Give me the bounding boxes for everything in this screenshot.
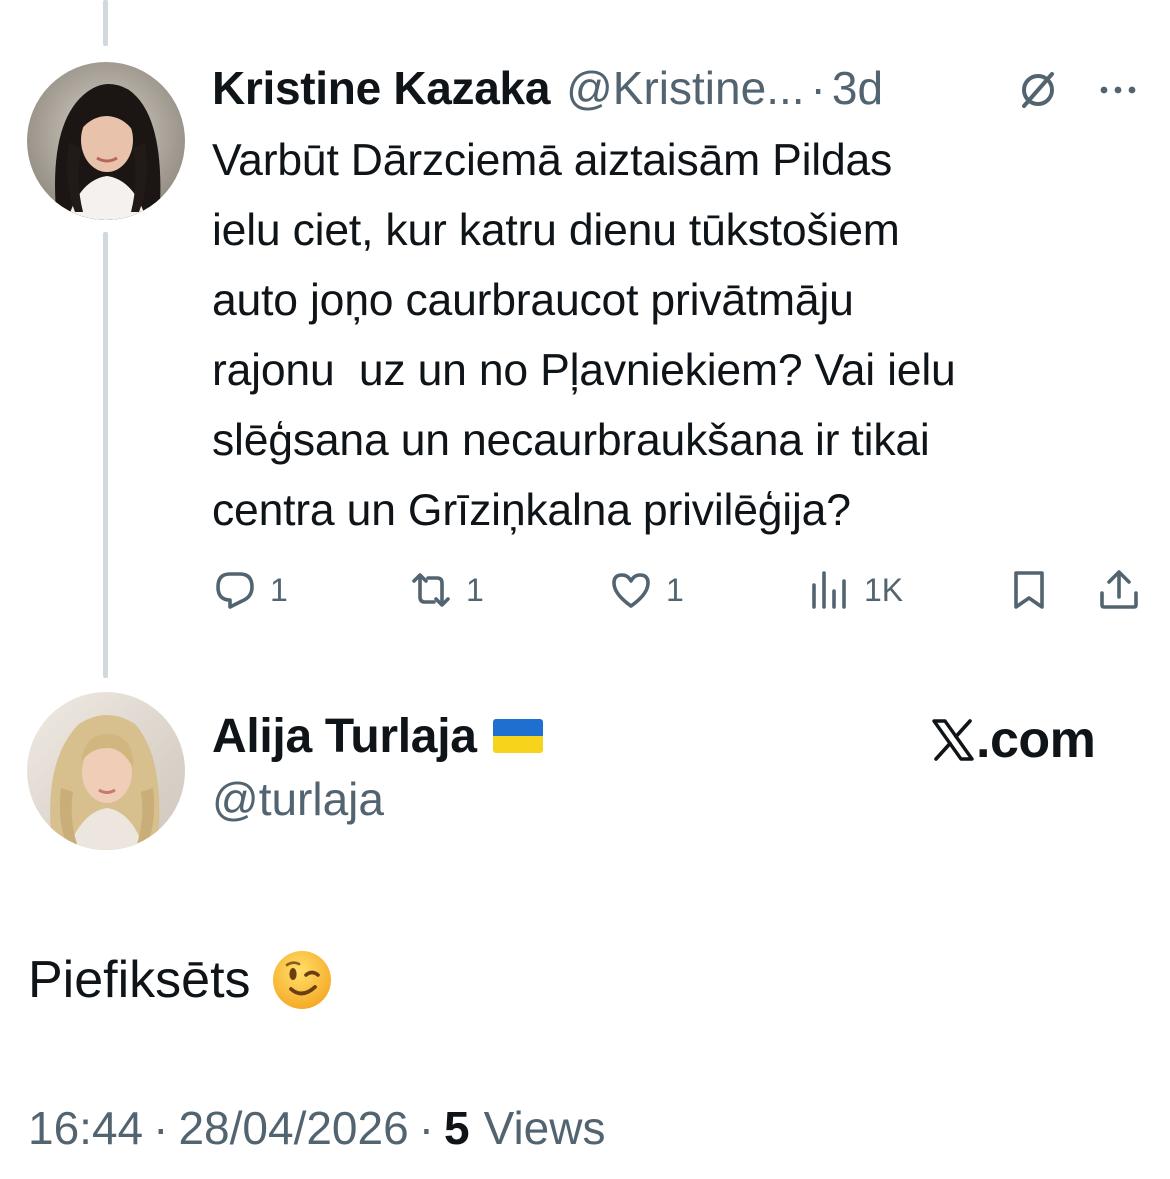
grok-icon[interactable] xyxy=(1014,66,1062,114)
avatar-alija[interactable] xyxy=(27,692,185,850)
tweet-meta: 16:44 · 28/04/2026 · 5 Views xyxy=(28,1098,605,1158)
more-icon[interactable] xyxy=(1094,66,1142,114)
tweet-header: Kristine Kazaka @Kristine... · 3d xyxy=(212,58,1152,118)
winking-face-icon xyxy=(272,951,331,1009)
like-icon xyxy=(612,573,650,608)
share-icon xyxy=(1100,570,1138,609)
share-button[interactable] xyxy=(1096,560,1142,620)
x-com-brand: .com xyxy=(930,708,1096,772)
thread-line-top xyxy=(103,0,108,46)
bookmark-button[interactable] xyxy=(1006,560,1052,620)
thread-line-connector xyxy=(103,232,108,678)
views-total[interactable]: 5 xyxy=(444,1101,470,1155)
like-button[interactable]: 1 xyxy=(608,560,684,620)
meta-separator-2: · xyxy=(418,1102,435,1154)
views-button[interactable]: 1K xyxy=(806,560,903,620)
ukraine-flag-icon xyxy=(492,719,543,753)
avatar-kristine[interactable] xyxy=(27,62,185,220)
reply-button[interactable]: 1 xyxy=(212,560,288,620)
views-icon xyxy=(812,571,846,609)
reply-author-handle[interactable]: @turlaja xyxy=(212,772,384,826)
avatar-alija-image xyxy=(27,692,185,850)
repost-icon xyxy=(412,573,450,607)
repost-count: 1 xyxy=(466,571,484,608)
header-separator: · xyxy=(810,62,826,114)
reply-icon xyxy=(216,572,254,609)
meta-separator: · xyxy=(153,1102,169,1154)
repost-button[interactable]: 1 xyxy=(408,560,484,620)
author-handle[interactable]: @Kristine... xyxy=(566,61,804,115)
tweet-actions: 1 1 1 1K xyxy=(212,560,1152,620)
x-com-text: .com xyxy=(976,711,1096,769)
date[interactable]: 28/04/2026 xyxy=(178,1101,408,1155)
avatar-kristine-image xyxy=(27,62,185,220)
like-count: 1 xyxy=(666,571,684,608)
reply-header: Alija Turlaja xyxy=(212,704,543,768)
tweet-time[interactable]: 3d xyxy=(832,61,883,115)
views-label[interactable]: Views xyxy=(484,1101,606,1155)
x-logo-icon xyxy=(932,719,974,761)
author-name[interactable]: Kristine Kazaka xyxy=(212,61,550,115)
bookmark-icon xyxy=(1014,571,1044,609)
reply-author-name[interactable]: Alija Turlaja xyxy=(212,709,477,764)
reply-text-row: Piefiksēts xyxy=(28,940,333,1020)
timestamp[interactable]: 16:44 xyxy=(28,1101,143,1155)
reply-count: 1 xyxy=(270,571,288,608)
tweet-text: Varbūt Dārzciemā aiztaisām Pildas ielu c… xyxy=(212,136,956,535)
views-count: 1K xyxy=(864,571,904,608)
reply-text: Piefiksēts xyxy=(28,951,251,1009)
